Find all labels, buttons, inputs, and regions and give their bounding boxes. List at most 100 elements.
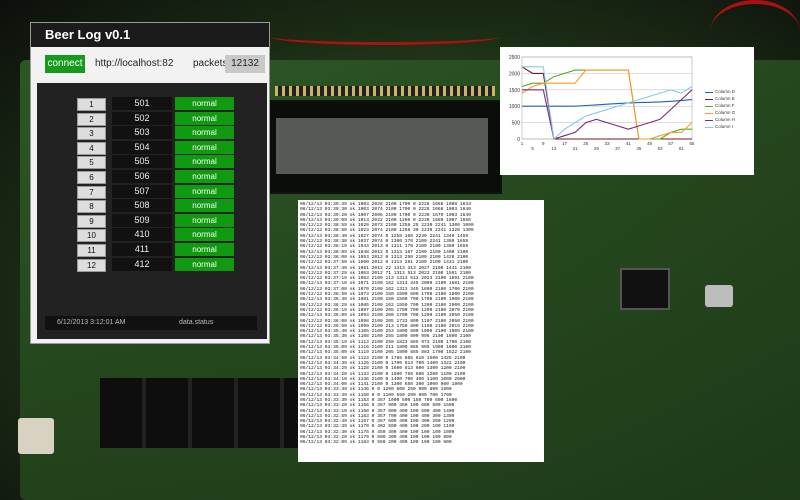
x-tick-label: 13 <box>551 146 557 151</box>
sensor-number-button[interactable]: 11 <box>77 244 106 257</box>
x-tick-label: 61 <box>679 146 685 151</box>
server-url: http://localhost:82 <box>95 58 174 69</box>
sensor-value: 501 <box>112 97 172 110</box>
sensor-number-button[interactable]: 2 <box>77 112 106 126</box>
app-title: Beer Log v0.1 <box>31 23 269 47</box>
sensor-number-button[interactable]: 9 <box>77 214 106 228</box>
sensor-number-button[interactable]: 6 <box>77 171 106 184</box>
crystal-component <box>705 285 733 307</box>
sensor-status-badge: normal <box>175 228 234 242</box>
beer-log-window: Beer Log v0.1 connect http://localhost:8… <box>30 22 270 344</box>
sensor-status-badge: normal <box>175 184 234 198</box>
sensor-value: 506 <box>112 170 172 183</box>
legend-swatch <box>705 92 713 94</box>
log-lines: 06/12/13 03:39:39 ok 1003 2026 2100 1700… <box>298 200 544 446</box>
sensor-value: 502 <box>112 111 172 125</box>
line-chart: 2500200015001000500015913172125293337414… <box>509 55 695 151</box>
x-tick-label: 17 <box>562 141 568 146</box>
legend-swatch <box>705 120 713 122</box>
y-tick-label: 1000 <box>509 104 520 110</box>
x-tick-label: 49 <box>647 141 653 146</box>
connect-button[interactable]: connect <box>45 55 85 73</box>
data-status: data.status <box>179 319 214 326</box>
sensor-number-button[interactable]: 8 <box>77 200 106 214</box>
sensor-number-button[interactable]: 1 <box>77 98 106 111</box>
sensor-grid: 1 501 normal 2 502 normal 3 503 normal 4 504 normal… <box>37 83 267 339</box>
legend-swatch <box>705 106 713 108</box>
sensor-value: 505 <box>112 155 172 169</box>
sensor-status-badge: normal <box>175 213 234 227</box>
sensor-status-badge: normal <box>175 140 234 154</box>
legend-entry: Column D <box>705 89 735 96</box>
legend-label: Column F <box>715 103 735 108</box>
sensor-value: 412 <box>112 257 172 271</box>
timestamp: 6/12/2013 3:12:01 AM <box>57 319 126 326</box>
legend-label: Column G <box>715 110 736 115</box>
sensor-value: 411 <box>112 243 172 256</box>
legend-entry: Column E <box>705 96 735 103</box>
sensor-value: 509 <box>112 213 172 227</box>
data-log-table: 06/12/13 03:39:39 ok 1003 2026 2100 1700… <box>298 200 544 462</box>
legend-entry: Column F <box>705 103 735 110</box>
sensor-value: 410 <box>112 228 172 242</box>
y-tick-label: 2000 <box>509 71 520 77</box>
legend-label: Column H <box>715 117 736 122</box>
lcd-header-pins <box>275 86 495 96</box>
sensor-status-badge: normal <box>175 257 234 271</box>
chart-legend: Column D Column E Column F Column G Column H… <box>705 89 735 131</box>
x-tick-label: 9 <box>542 141 545 146</box>
sensor-number-button[interactable]: 12 <box>77 258 106 272</box>
legend-label: Column E <box>715 96 735 101</box>
x-tick-label: 37 <box>615 146 621 151</box>
legend-swatch <box>705 99 713 101</box>
relay-bank <box>100 378 300 448</box>
connection-bar: connect http://localhost:82 packets 1213… <box>31 47 269 81</box>
sensor-status-badge: normal <box>175 243 234 256</box>
sensor-number-button[interactable]: 10 <box>77 229 106 243</box>
log-line: 06/12/13 03:32:09 ok 1183 0 550 200 400 … <box>300 440 452 446</box>
x-tick-label: 1 <box>521 141 524 146</box>
lcd-glass <box>276 118 488 174</box>
sensor-number-button[interactable]: 4 <box>77 141 106 155</box>
red-wire <box>270 28 500 45</box>
sensor-value: 503 <box>112 126 172 140</box>
x-tick-label: 53 <box>658 146 664 151</box>
packets-label: packets <box>193 58 228 69</box>
y-tick-label: 500 <box>512 121 521 127</box>
sensor-number-button[interactable]: 3 <box>77 127 106 141</box>
legend-swatch <box>705 113 713 115</box>
power-jack <box>18 418 54 454</box>
sensor-value: 504 <box>112 140 172 154</box>
sensor-value: 508 <box>112 199 172 213</box>
series-line-column-e <box>521 66 692 140</box>
y-tick-label: 2500 <box>509 55 520 61</box>
x-tick-label: 41 <box>626 141 632 146</box>
sensor-status-badge: normal <box>175 97 234 110</box>
x-tick-label: 33 <box>604 141 610 146</box>
line-chart-panel: 2500 2000 1500 1000 500 0 1 5 9 13 17 21 25 29 33 37 41 4… <box>500 47 754 175</box>
x-tick-label: 57 <box>668 141 674 146</box>
x-tick-label: 45 <box>636 146 642 151</box>
legend-entry: Column G <box>705 110 735 117</box>
x-tick-label: 5 <box>531 146 534 151</box>
sensor-number-button[interactable]: 5 <box>77 156 106 170</box>
legend-label: Column I <box>715 124 734 129</box>
sensor-status-badge: normal <box>175 111 234 125</box>
x-tick-label: 25 <box>583 141 589 146</box>
legend-label: Column D <box>715 89 736 94</box>
sensor-value: 507 <box>112 184 172 198</box>
legend-swatch <box>705 127 713 129</box>
packets-count: 12132 <box>225 55 265 73</box>
microcontroller-chip <box>620 268 670 310</box>
x-tick-label: 29 <box>594 146 600 151</box>
sensor-number-button[interactable]: 7 <box>77 185 106 199</box>
legend-entry: Column H <box>705 117 735 124</box>
sensor-status-badge: normal <box>175 170 234 183</box>
y-tick-label: 1500 <box>509 88 520 94</box>
x-tick-label: 21 <box>573 146 579 151</box>
series-line-column-i <box>522 66 693 141</box>
sensor-status-badge: normal <box>175 126 234 140</box>
x-tick-label: 65 <box>689 141 695 146</box>
sensor-status-badge: normal <box>175 199 234 213</box>
legend-entry: Column I <box>705 124 735 131</box>
